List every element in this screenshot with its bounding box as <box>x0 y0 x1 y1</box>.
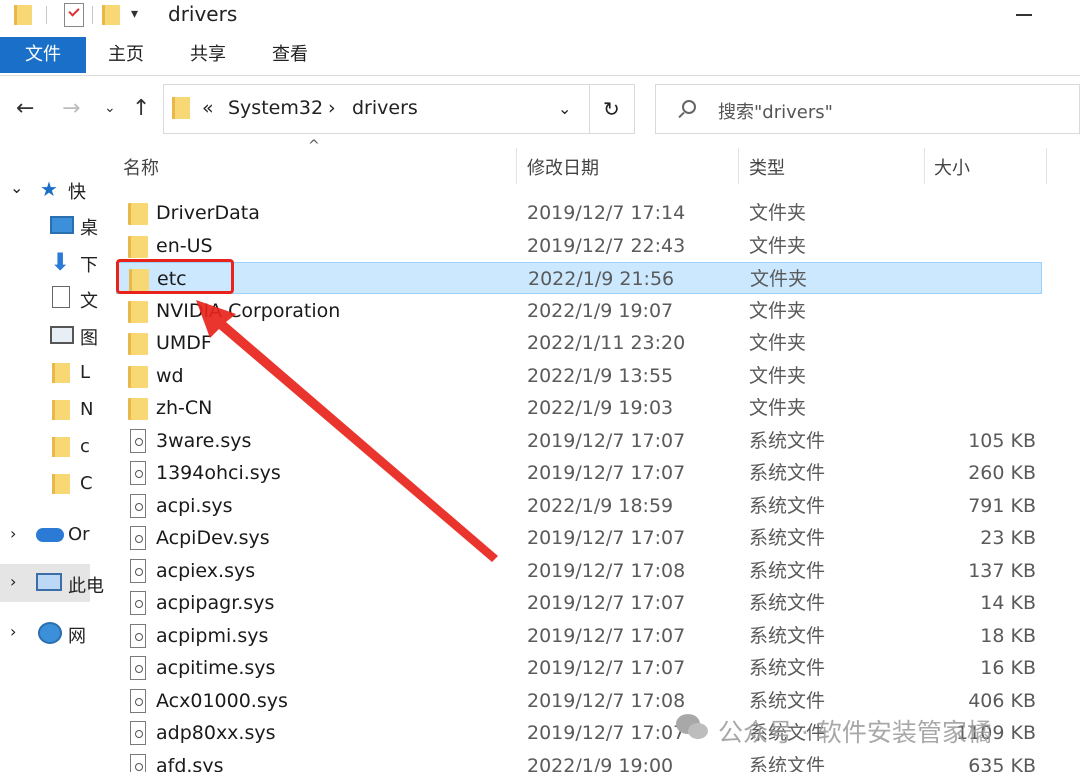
wechat-logo-icon <box>676 714 708 739</box>
watermark-text: 公众号 · 软件安装管家橘 <box>718 718 992 747</box>
annotation-arrow-icon <box>196 300 498 562</box>
